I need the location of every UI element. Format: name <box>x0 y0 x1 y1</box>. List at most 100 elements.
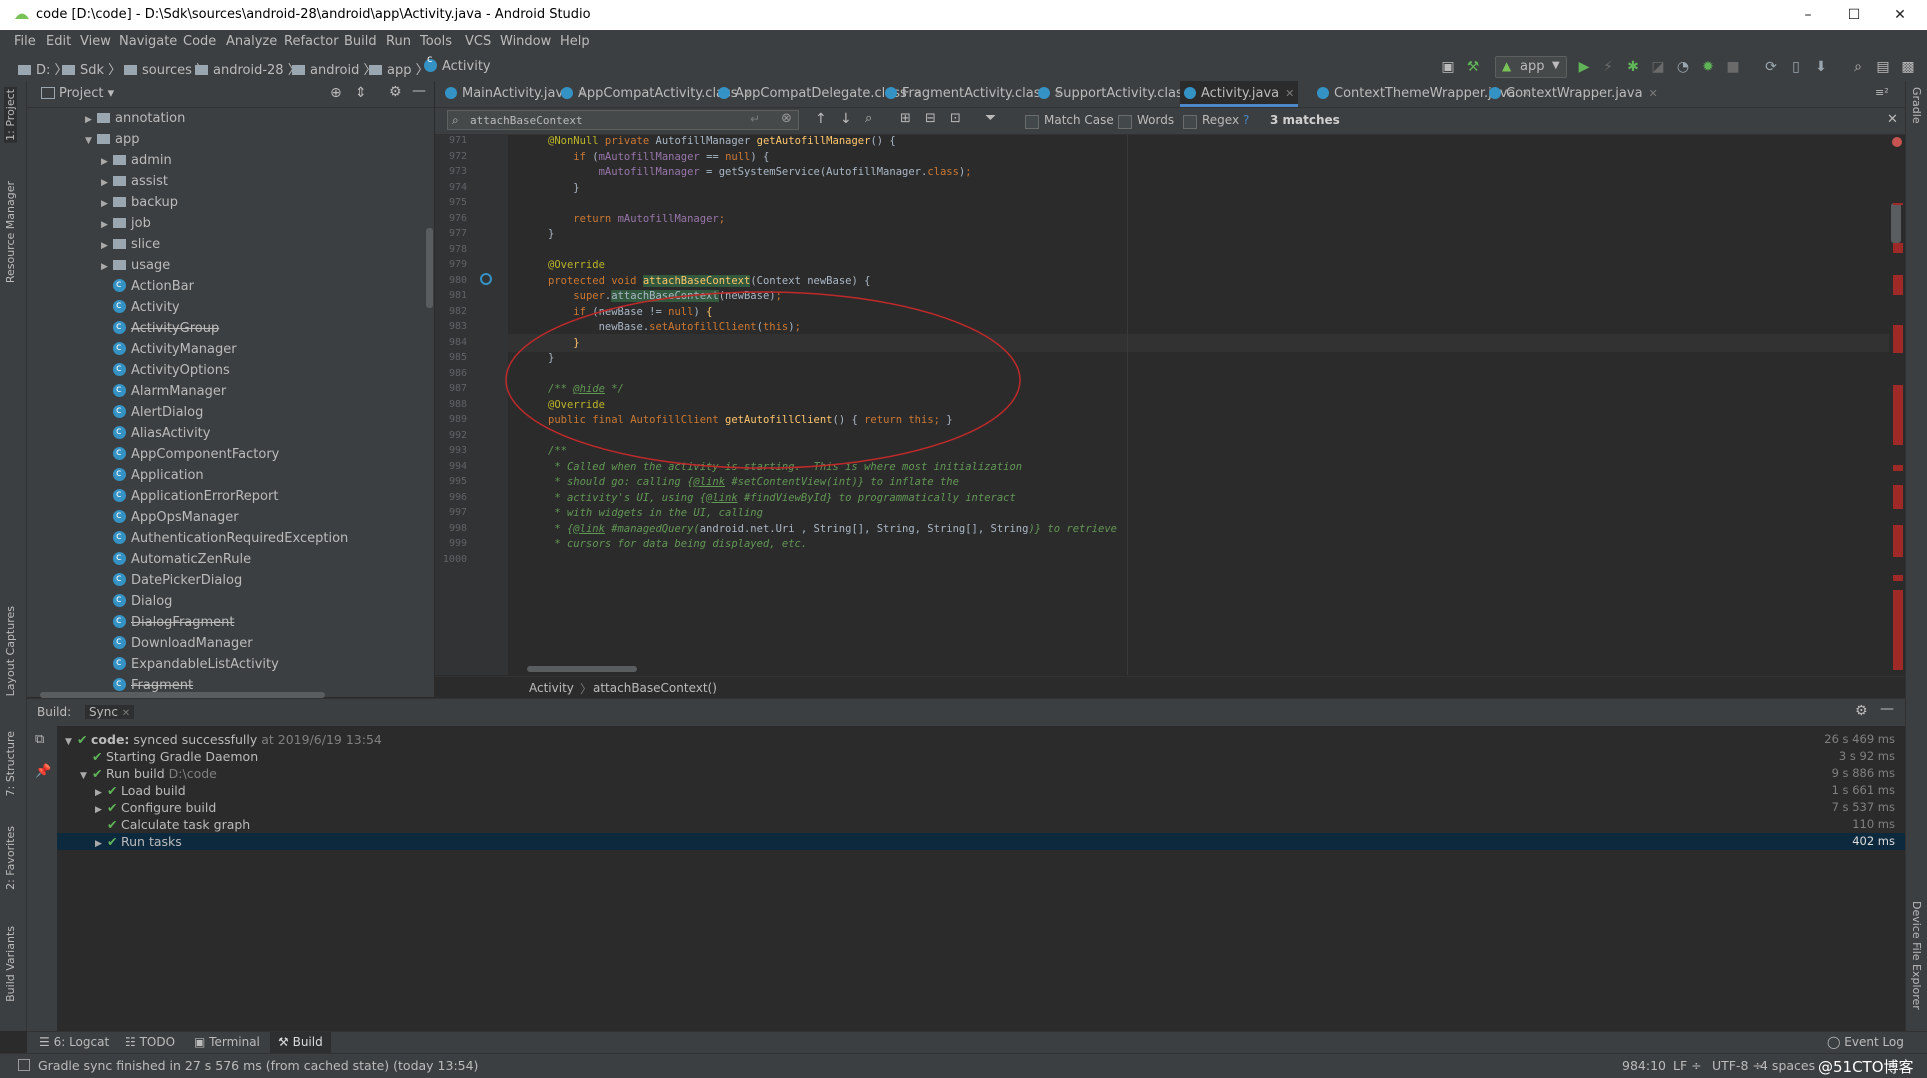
menu-file[interactable]: File <box>14 34 36 49</box>
pin-icon[interactable]: 📌 <box>35 764 51 779</box>
breadcrumb-android[interactable]: android 〉 <box>292 59 376 78</box>
build-row[interactable]: ▶ ✔ Run tasks 402 ms <box>57 833 1905 850</box>
chevron-right-icon[interactable]: ▶ <box>101 215 113 236</box>
maximize-button[interactable]: ☐ <box>1831 4 1877 26</box>
error-marker[interactable] <box>1893 325 1903 353</box>
close-tab-icon[interactable]: ✕ <box>1649 87 1658 100</box>
tree-class[interactable]: AuthenticationRequiredException <box>101 526 348 549</box>
code-line[interactable]: return mAutofillManager; <box>548 213 725 225</box>
tool-tab-structure[interactable]: 7: Structure <box>4 731 17 796</box>
chevron-right-icon[interactable]: ▶ <box>101 152 113 173</box>
chevron-down-icon[interactable]: ▼ <box>85 131 97 152</box>
error-marker[interactable] <box>1893 525 1903 557</box>
stop-icon[interactable]: ■ <box>1725 59 1741 75</box>
avd-manager-icon[interactable]: ▯ <box>1788 59 1804 75</box>
close-tab-icon[interactable]: ✕ <box>1285 87 1294 100</box>
minimize-button[interactable]: – <box>1785 4 1831 26</box>
breadcrumb-drive[interactable]: D: 〉 <box>18 59 68 78</box>
tree-class[interactable]: ActivityGroup <box>101 316 219 339</box>
gear-icon[interactable]: ⚙ <box>389 84 402 100</box>
editor-horizontal-scrollbar[interactable] <box>527 666 637 672</box>
next-occurrence-icon[interactable]: ↓ <box>840 111 852 127</box>
tree-class[interactable]: ActionBar <box>101 274 194 297</box>
tab-list-icon[interactable]: ≡² <box>1875 86 1889 99</box>
breadcrumb-sdk[interactable]: Sdk 〉 <box>62 59 121 78</box>
breadcrumb-method[interactable]: attachBaseContext() <box>593 681 717 695</box>
tree-folder[interactable]: ▶ admin <box>101 150 172 171</box>
profile-icon[interactable]: ◔ <box>1675 59 1691 75</box>
build-row[interactable]: ▼ ✔ code: synced successfully at 2019/6/19… <box>57 731 1905 748</box>
tree-folder[interactable]: ▶ usage <box>101 255 170 276</box>
error-marker[interactable] <box>1893 485 1903 509</box>
hide-panel-icon[interactable]: — <box>412 83 426 99</box>
tool-tab-terminal[interactable]: ▣ Terminal <box>194 1035 260 1049</box>
code-line[interactable]: @NonNull private AutofillManager getAuto… <box>548 135 896 147</box>
breadcrumb-activity[interactable]: Activity <box>424 54 491 74</box>
code-line[interactable]: mAutofillManager = getSystemService(Auto… <box>548 166 972 178</box>
collapse-all-icon[interactable]: ⇕ <box>355 85 367 101</box>
chevron-right-icon[interactable]: ▶ <box>101 173 113 194</box>
regex-checkbox[interactable] <box>1183 115 1197 129</box>
tree-class[interactable]: AliasActivity <box>101 421 210 444</box>
breadcrumb-class[interactable]: Activity <box>529 681 574 695</box>
breadcrumb-android-28[interactable]: android-28 〉 <box>195 59 301 78</box>
tool-tab-device-file-explorer[interactable]: Device File Explorer <box>1910 901 1923 1010</box>
error-marker[interactable] <box>1893 465 1903 471</box>
code-line[interactable]: @Override <box>548 259 605 271</box>
project-tree-scrollbar[interactable] <box>426 228 433 308</box>
words-checkbox[interactable] <box>1118 115 1132 129</box>
close-window-button[interactable]: ✕ <box>1877 4 1923 26</box>
tree-class[interactable]: AlertDialog <box>101 400 203 423</box>
tab-sync[interactable]: Sync ✕ <box>85 705 135 719</box>
chevron-right-icon[interactable]: ▶ <box>95 836 107 853</box>
error-marker[interactable] <box>1893 275 1903 295</box>
build-row[interactable]: ✔ Calculate task graph 110 ms <box>57 816 1905 833</box>
device-mirror-icon[interactable]: ▩ <box>1900 59 1916 75</box>
tree-class[interactable]: ActivityOptions <box>101 358 230 381</box>
menu-code[interactable]: Code <box>183 34 216 49</box>
tool-tab-build[interactable]: ⚒ Build <box>270 1032 331 1054</box>
menu-run[interactable]: Run <box>386 34 411 49</box>
tool-tab-gradle[interactable]: Gradle <box>1910 87 1923 124</box>
tool-tab-build-variants[interactable]: Build Variants <box>4 926 17 1002</box>
overriding-method-icon[interactable] <box>480 272 492 285</box>
tree-class[interactable]: ActivityManager <box>101 337 237 360</box>
code-line[interactable]: } <box>548 228 554 240</box>
error-marker[interactable] <box>1893 203 1903 205</box>
locate-file-icon[interactable]: ⊕ <box>330 85 342 101</box>
tree-class[interactable]: DatePickerDialog <box>101 568 242 591</box>
project-structure-icon[interactable]: ▣ <box>1440 59 1456 75</box>
chevron-right-icon[interactable]: ▶ <box>101 194 113 215</box>
menu-tools[interactable]: Tools <box>420 34 452 49</box>
attach-debugger-icon[interactable]: ✹ <box>1700 59 1716 75</box>
error-marker[interactable] <box>1893 590 1903 670</box>
tree-class[interactable]: AlarmManager <box>101 379 226 402</box>
tree-folder[interactable]: ▶ backup <box>101 192 178 213</box>
tree-class[interactable]: AutomaticZenRule <box>101 547 251 570</box>
clear-search-icon[interactable]: ⊗ <box>781 111 792 126</box>
error-marker[interactable] <box>1893 243 1903 253</box>
menu-window[interactable]: Window <box>500 34 551 49</box>
filter-icon[interactable]: ⏷ <box>985 110 996 126</box>
menu-refactor[interactable]: Refactor <box>284 34 339 49</box>
tool-tab-favorites[interactable]: 2: Favorites <box>4 826 17 890</box>
find-all-icon[interactable]: ⌕ <box>865 111 872 126</box>
tree-class[interactable]: Activity <box>101 295 180 318</box>
tree-folder[interactable]: ▶ assist <box>101 171 168 192</box>
tool-windows-icon[interactable] <box>18 1059 30 1071</box>
menu-analyze[interactable]: Analyze <box>226 34 277 49</box>
code-line[interactable]: * {@link #managedQuery(android.net.Uri ,… <box>548 523 1117 535</box>
search-icon[interactable]: ⌕ <box>1850 59 1866 75</box>
coverage-icon[interactable]: ◪ <box>1650 59 1666 75</box>
tool-tab-layout-captures[interactable]: Layout Captures <box>4 606 17 696</box>
close-tab-icon[interactable]: ✕ <box>122 708 130 719</box>
regex-help-icon[interactable]: ? <box>1243 113 1249 127</box>
code-line[interactable]: * should go: calling {@link #setContentV… <box>548 476 959 488</box>
newline-icon[interactable]: ↵ <box>750 112 760 126</box>
build-row[interactable]: ▶ ✔ Configure build 7 s 537 ms <box>57 799 1905 816</box>
restore-layout-icon[interactable]: ⧉ <box>35 732 44 747</box>
code-line[interactable]: if (mAutofillManager == null) { <box>548 151 769 163</box>
tab-fragmentactivity[interactable]: FragmentActivity.class ✕ <box>885 81 1062 107</box>
project-window-icon[interactable]: ▤ <box>1875 59 1891 75</box>
tree-class[interactable]: ApplicationErrorReport <box>101 484 278 507</box>
